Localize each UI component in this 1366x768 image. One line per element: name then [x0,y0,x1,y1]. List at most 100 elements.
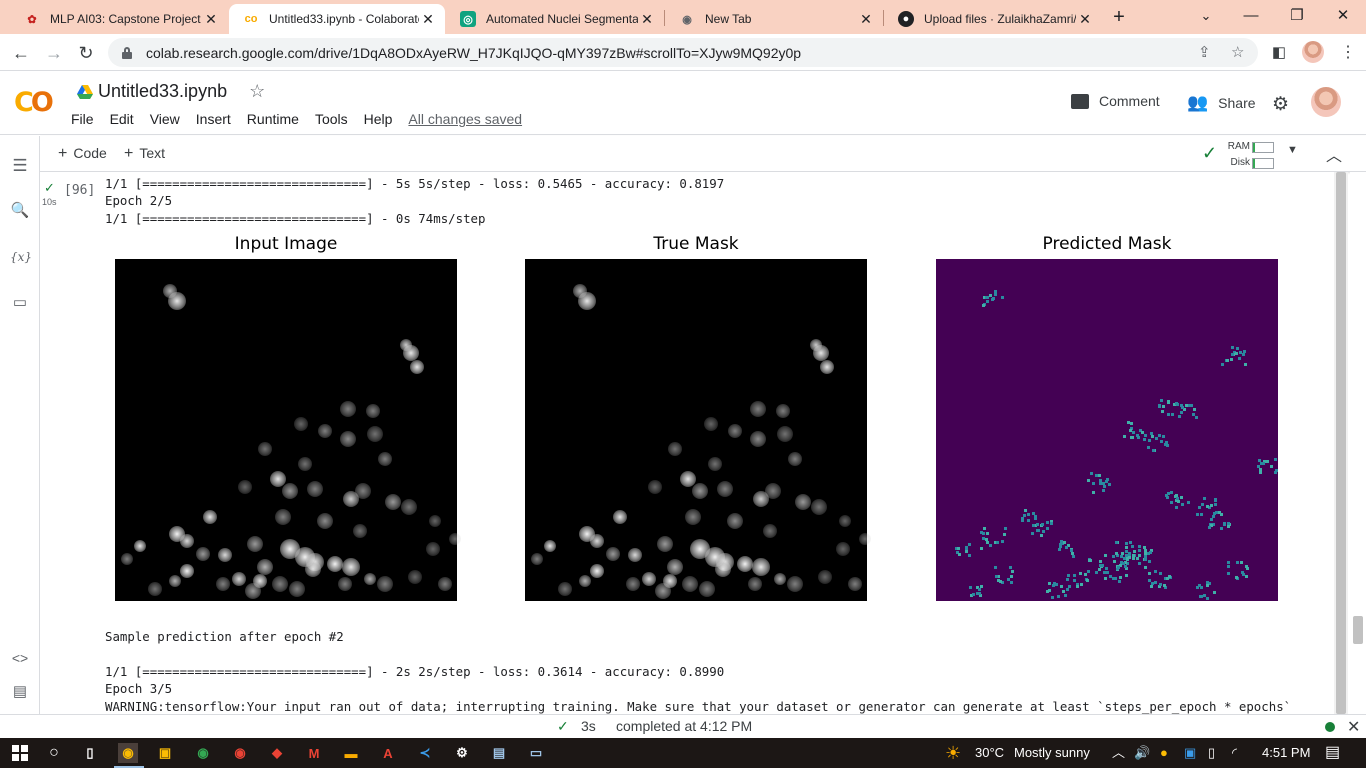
search-icon[interactable]: 🔍 [10,201,30,221]
settings-taskbar-icon[interactable]: ⚙ [452,743,472,763]
tray-app2-icon[interactable]: ▣ [1184,738,1196,768]
task-view-icon[interactable]: ▯ [80,743,100,763]
command-palette-icon[interactable]: ▤ [10,682,30,702]
mask-pixel [1064,594,1067,597]
notebook-scrollbar[interactable] [1350,172,1366,714]
close-tab-icon[interactable]: ✕ [202,11,220,28]
restore-icon[interactable]: ❐ [1277,4,1317,28]
chrome-profile-taskbar-icon[interactable]: ◉ [193,743,213,763]
clock-time[interactable]: 4:51 PM [1262,738,1310,768]
star-icon[interactable]: ☆ [249,81,265,102]
tab-search-icon[interactable]: ⌄ [1186,4,1226,28]
notifications-icon[interactable]: ▤ [1325,738,1340,768]
share-page-icon[interactable]: ⇪ [1198,38,1211,67]
mask-pixel [1112,577,1115,580]
new-tab-button[interactable]: + [1108,6,1130,28]
weather-text[interactable]: Mostly sunny [1014,738,1090,768]
share-button[interactable]: 👥 Share [1187,93,1256,113]
collapse-header-icon[interactable]: ︿ [1326,142,1342,166]
resource-monitor[interactable]: RAM Disk [1200,138,1290,170]
mask-pixel [1143,546,1146,549]
google-drive-icon[interactable] [77,84,93,99]
menu-view[interactable]: View [150,111,180,127]
window-taskbar-icon[interactable]: ▭ [526,743,546,763]
run-success-check-icon[interactable]: ✓ [44,180,55,196]
back-icon[interactable]: ← [8,40,34,66]
notebook-title[interactable]: Untitled33.ipynb [98,81,227,102]
mask-pixel [1192,413,1195,416]
settings-gear-icon[interactable]: ⚙ [1272,93,1289,116]
store-taskbar-icon[interactable]: ▣ [155,743,175,763]
side-panel-icon[interactable]: ◧ [1266,40,1292,66]
minimize-icon[interactable]: — [1231,4,1271,28]
comment-button[interactable]: Comment [1071,93,1160,109]
close-status-icon[interactable]: ✕ [1347,717,1360,737]
menu-runtime[interactable]: Runtime [247,111,299,127]
menu-edit[interactable]: Edit [110,111,134,127]
colab-logo[interactable]: CO [14,87,54,118]
browser-tab-colab[interactable]: co Untitled33.ipynb - Colaboratory ✕ [229,4,445,34]
vscode-taskbar-icon[interactable]: ≺ [415,743,435,763]
acrobat-taskbar-icon[interactable]: A [378,743,398,763]
wifi-icon[interactable]: ◜ [1232,738,1237,768]
taskbar-search-icon[interactable]: ○ [44,743,64,763]
chrome-profile2-taskbar-icon[interactable]: ◉ [230,743,250,763]
url-bar[interactable]: colab.research.google.com/drive/1DqA8ODx… [108,38,1258,67]
runtime-dropdown-icon[interactable]: ▼ [1287,144,1298,156]
add-text-button[interactable]: + Text [124,145,165,163]
weather-sun-icon[interactable]: ☀ [945,738,961,768]
app-taskbar-icon[interactable]: ◆ [267,743,287,763]
output-scrollbar[interactable] [1334,172,1348,714]
windows-start-icon[interactable] [10,743,30,763]
menu-file[interactable]: File [71,111,94,127]
file-explorer-icon[interactable]: ▬ [341,743,361,763]
menu-help[interactable]: Help [364,111,393,127]
mendeley-taskbar-icon[interactable]: M [304,743,324,763]
code-snippets-icon[interactable]: <> [10,648,30,668]
mask-pixel [1095,571,1098,574]
chrome-taskbar-icon[interactable]: ◉ [118,743,138,763]
menu-tools[interactable]: Tools [315,111,348,127]
volume-icon[interactable]: 🔊 [1134,738,1150,768]
chrome-icon: ◉ [682,13,692,26]
browser-tab-github[interactable]: ● Upload files · ZulaikhaZamri/ ✕ [884,4,1102,34]
notebook-scrollbar-thumb[interactable] [1353,616,1363,644]
menu-insert[interactable]: Insert [196,111,231,127]
output-scrollbar-thumb[interactable] [1336,172,1346,714]
browser-profile-avatar[interactable] [1302,41,1324,63]
tray-app-icon[interactable]: ● [1160,738,1168,768]
close-tab-icon[interactable]: ✕ [638,11,656,28]
close-tab-icon[interactable]: ✕ [1076,11,1094,28]
browser-tab-newtab[interactable]: ◉ New Tab ✕ [665,4,883,34]
close-window-icon[interactable]: ✕ [1323,4,1363,28]
show-hidden-icons[interactable]: ︿ [1112,738,1125,768]
save-status[interactable]: All changes saved [408,111,522,127]
account-avatar[interactable] [1311,87,1341,117]
battery-icon[interactable]: ▯ [1208,738,1215,768]
browser-menu-icon[interactable]: ⋮ [1335,40,1361,66]
browser-tab-mlp[interactable]: ✿ MLP AI03: Capstone Project ✕ [10,4,228,34]
mask-pixel [1154,570,1157,573]
bookmark-star-icon[interactable]: ☆ [1231,38,1244,67]
table-of-contents-icon[interactable]: ☰ [10,156,30,176]
mask-pixel [1119,576,1122,579]
weather-temp[interactable]: 30°C [975,738,1004,768]
nucleus-blob [134,540,146,552]
add-code-button[interactable]: + Code [58,145,107,163]
notebook-title-area: Untitled33.ipynb ☆ [77,81,265,102]
close-tab-icon[interactable]: ✕ [857,11,875,28]
reload-icon[interactable]: ↻ [73,40,99,66]
variables-icon[interactable]: {x} [10,247,32,267]
forward-icon[interactable]: → [41,40,67,66]
files-folder-icon[interactable]: ▭ [10,293,30,313]
notepad-taskbar-icon[interactable]: ▤ [489,743,509,763]
browser-tab-chatgpt[interactable]: ◎ Automated Nuclei Segmenta ✕ [446,4,664,34]
mask-pixel [1058,548,1061,551]
close-tab-icon[interactable]: ✕ [419,11,437,28]
connection-status-dot[interactable] [1325,722,1335,732]
nucleus-blob [203,510,217,524]
nucleus-blob [667,559,683,575]
mask-pixel [1104,554,1107,557]
mask-pixel [1108,483,1111,486]
nucleus-blob [408,570,422,584]
